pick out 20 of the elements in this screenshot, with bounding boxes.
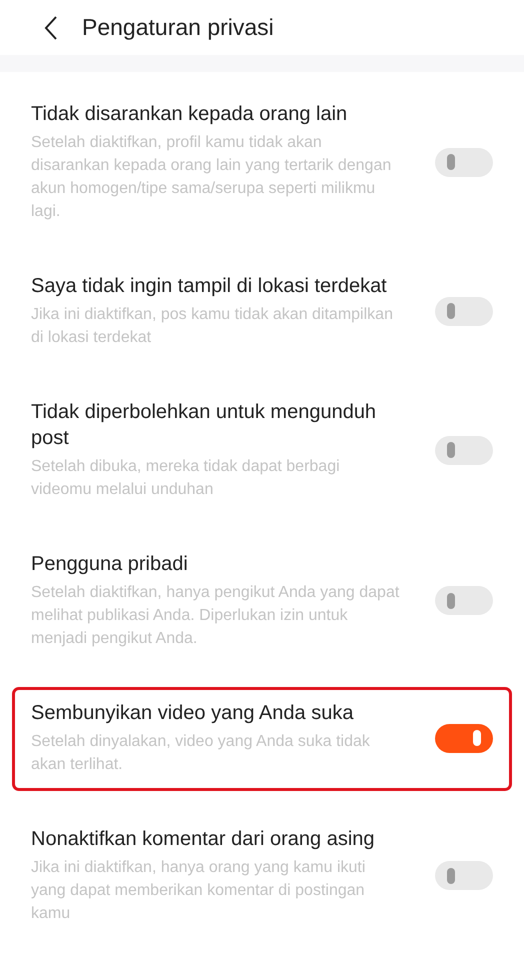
toggle-switch[interactable] — [435, 296, 493, 326]
back-icon[interactable] — [44, 16, 58, 40]
toggle-switch[interactable] — [435, 586, 493, 615]
setting-description: Jika ini diaktifkan, pos kamu tidak akan ditampilkan di lokasi terdekat — [31, 305, 394, 348]
setting-title: Sembunyikan video yang Anda suka — [31, 701, 354, 726]
setting-title: Nonaktifkan komentar dari orang asing — [31, 827, 376, 852]
toggle-switch[interactable] — [435, 861, 493, 890]
setting-title: Saya tidak ingin tampil di lokasi terdekat — [31, 274, 388, 299]
setting-description: Setelah dibuka, mereka tidak dapat berbagi videomu melalui unduhan — [31, 457, 341, 500]
toggle-switch[interactable] — [435, 148, 493, 176]
toggle-switch[interactable] — [435, 436, 493, 464]
setting-title: Tidak diperbolehkan untuk mengunduh post — [31, 400, 378, 451]
screen-title: Pengaturan privasi — [82, 14, 274, 41]
setting-title: Pengguna pribadi — [31, 552, 189, 577]
setting-description: Setelah diaktifkan, profil kamu tidak akan disarankan kepada orang lain yang tertarik dengan akun homogen/tipe sama/serupa seperti milikmu lagi. — [31, 133, 392, 222]
setting-title: Tidak disarankan kepada orang lain — [31, 102, 348, 127]
setting-description: Jika ini diaktifkan, hanya orang yang kamu ikuti yang dapat memberikan komentar di postingan kamu — [31, 858, 366, 924]
toggle-switch[interactable] — [435, 724, 493, 752]
setting-description: Setelah diaktifkan, hanya pengikut Anda yang dapat melihat publikasi Anda. Diperlukan izin untuk menjadi pengikut Anda. — [31, 583, 400, 649]
setting-description: Setelah dinyalakan, video yang Anda suka tidak akan terlihat. — [31, 732, 371, 775]
